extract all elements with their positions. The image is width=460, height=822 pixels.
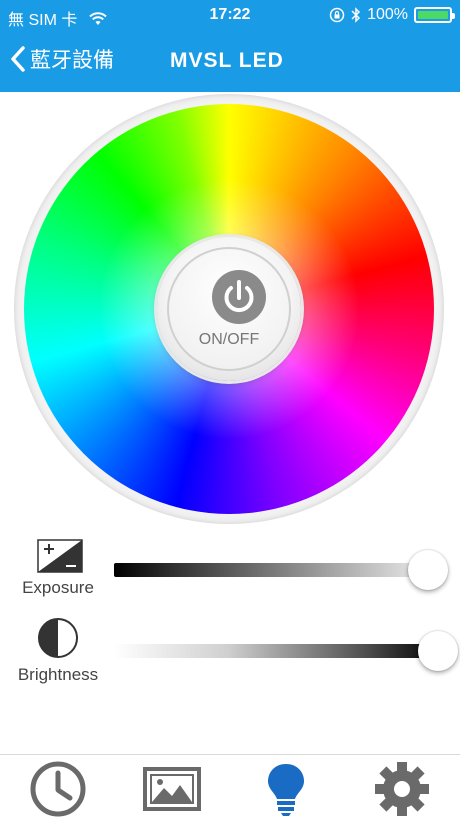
- brightness-icon: [38, 618, 78, 658]
- tab-timer[interactable]: [28, 761, 88, 817]
- status-bar: 無 SIM 卡 17:22 100%: [0, 0, 460, 30]
- exposure-slider-thumb[interactable]: [408, 550, 448, 590]
- tab-light[interactable]: [256, 761, 316, 817]
- power-button-face: ON/OFF: [167, 247, 291, 371]
- exposure-slider-track[interactable]: [114, 563, 430, 577]
- back-button[interactable]: 藍牙設備: [10, 44, 114, 74]
- exposure-label: Exposure: [22, 578, 94, 597]
- power-button[interactable]: ON/OFF: [157, 237, 301, 381]
- battery-percent: 100%: [367, 6, 408, 23]
- image-icon: [143, 767, 201, 811]
- bluetooth-icon: [351, 7, 361, 23]
- power-icon: [212, 270, 266, 324]
- brightness-label: Brightness: [17, 665, 99, 684]
- brightness-slider-row: Brightness: [0, 616, 460, 688]
- gear-icon: [375, 762, 429, 816]
- exposure-slider-row: Exposure: [0, 538, 460, 602]
- brightness-slider-track[interactable]: [114, 644, 440, 658]
- battery-icon: [414, 7, 455, 23]
- navigation-bar: 藍牙設備 MVSL LED: [0, 30, 460, 92]
- bulb-icon: [268, 764, 304, 816]
- tab-photo[interactable]: [142, 761, 202, 817]
- clock-icon: [30, 761, 86, 817]
- brightness-slider-thumb[interactable]: [418, 631, 458, 671]
- orientation-lock-icon: [329, 7, 345, 23]
- tab-bar: [0, 754, 460, 819]
- chevron-left-icon: [11, 46, 25, 72]
- power-label: ON/OFF: [198, 331, 260, 348]
- color-wheel-container: ON/OFF: [14, 94, 444, 524]
- page-title: MVSL LED: [170, 49, 284, 72]
- status-right: 100%: [329, 6, 455, 24]
- exposure-icon: [37, 539, 83, 573]
- tab-settings[interactable]: [372, 761, 432, 817]
- app-header: 無 SIM 卡 17:22 100% 藍牙設備 MVSL LED: [0, 0, 460, 92]
- back-label: 藍牙設備: [30, 49, 114, 72]
